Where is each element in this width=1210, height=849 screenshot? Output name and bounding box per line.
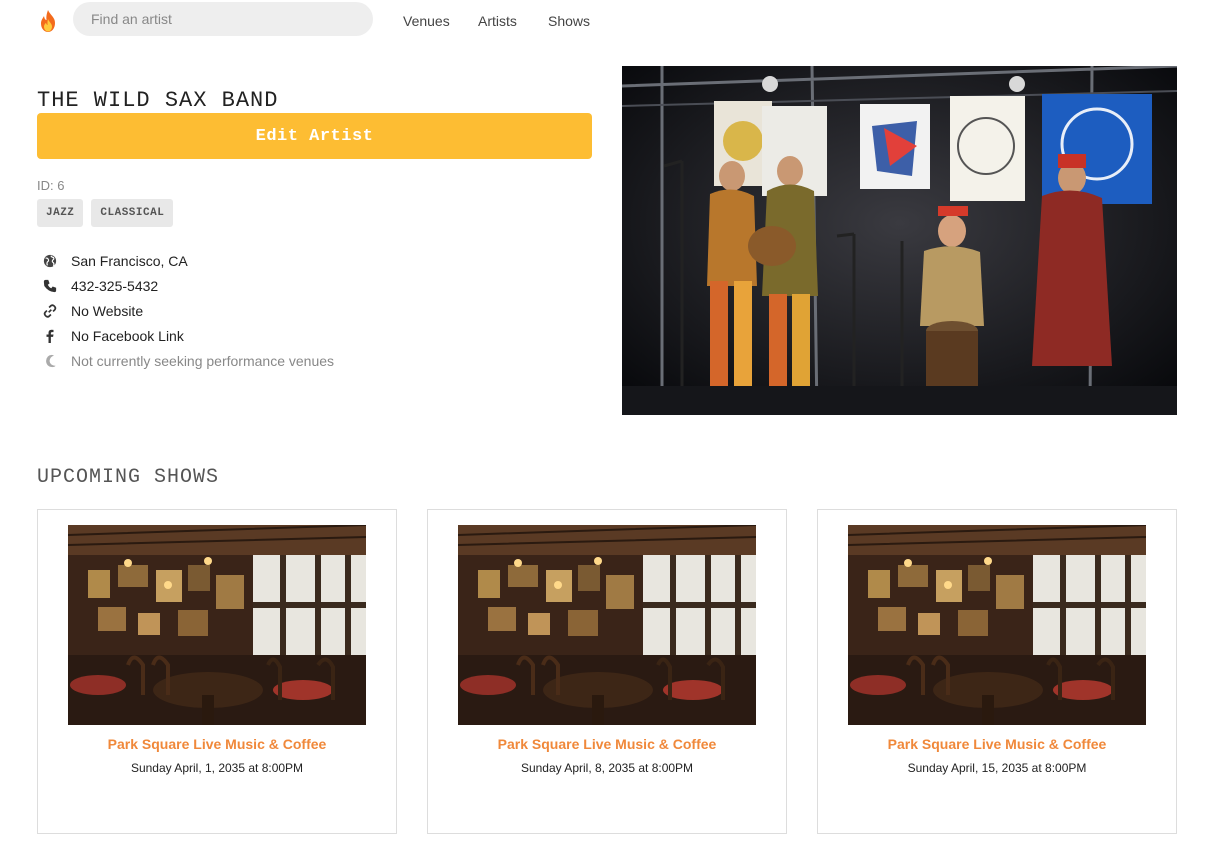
venue-photo <box>68 525 366 725</box>
detail-facebook: No Facebook Link <box>43 323 334 348</box>
genre-tags: JAZZ CLASSICAL <box>37 199 174 227</box>
top-nav: Venues Artists Shows <box>0 0 1210 42</box>
flame-icon[interactable] <box>37 9 59 33</box>
artist-name: THE WILD SAX BAND <box>37 88 279 113</box>
facebook-icon <box>43 328 61 344</box>
show-date: Sunday April, 1, 2035 at 8:00PM <box>130 761 304 775</box>
genre-tag: JAZZ <box>37 199 84 227</box>
detail-text: No Facebook Link <box>71 327 184 344</box>
detail-text: 432-325-5432 <box>71 277 159 294</box>
show-date: Sunday April, 8, 2035 at 8:00PM <box>520 761 694 775</box>
venue-link[interactable]: Park Square Live Music & Coffee <box>428 736 786 752</box>
detail-website: No Website <box>43 298 334 323</box>
artist-details: San Francisco, CA 432-325-5432 No Websit… <box>43 248 334 373</box>
nav-link-shows[interactable]: Shows <box>548 13 590 29</box>
venue-link[interactable]: Park Square Live Music & Coffee <box>38 736 396 752</box>
venue-link[interactable]: Park Square Live Music & Coffee <box>818 736 1176 752</box>
venue-photo <box>458 525 756 725</box>
detail-seeking: Not currently seeking performance venues <box>43 348 334 373</box>
search-input[interactable] <box>73 2 373 36</box>
nav-link-artists[interactable]: Artists <box>478 13 517 29</box>
detail-phone: 432-325-5432 <box>43 273 334 298</box>
phone-icon <box>43 278 61 294</box>
show-date: Sunday April, 15, 2035 at 8:00PM <box>907 761 1087 775</box>
globe-icon <box>43 253 61 269</box>
nav-link-venues[interactable]: Venues <box>403 13 450 29</box>
venue-photo <box>848 525 1146 725</box>
artist-id: ID: 6 <box>37 178 65 193</box>
link-icon <box>43 303 61 319</box>
upcoming-shows-heading: UPCOMING SHOWS <box>37 466 220 489</box>
show-card[interactable]: Park Square Live Music & Coffee Sunday A… <box>427 509 787 834</box>
moon-icon <box>43 353 61 369</box>
edit-artist-button[interactable]: Edit Artist <box>37 113 592 159</box>
show-card[interactable]: Park Square Live Music & Coffee Sunday A… <box>817 509 1177 834</box>
detail-location: San Francisco, CA <box>43 248 334 273</box>
detail-text: San Francisco, CA <box>71 252 188 269</box>
artist-photo <box>622 66 1177 415</box>
detail-text: No Website <box>71 302 144 319</box>
detail-text: Not currently seeking performance venues <box>71 352 335 369</box>
show-card[interactable]: Park Square Live Music & Coffee Sunday A… <box>37 509 397 834</box>
genre-tag: CLASSICAL <box>91 199 174 227</box>
